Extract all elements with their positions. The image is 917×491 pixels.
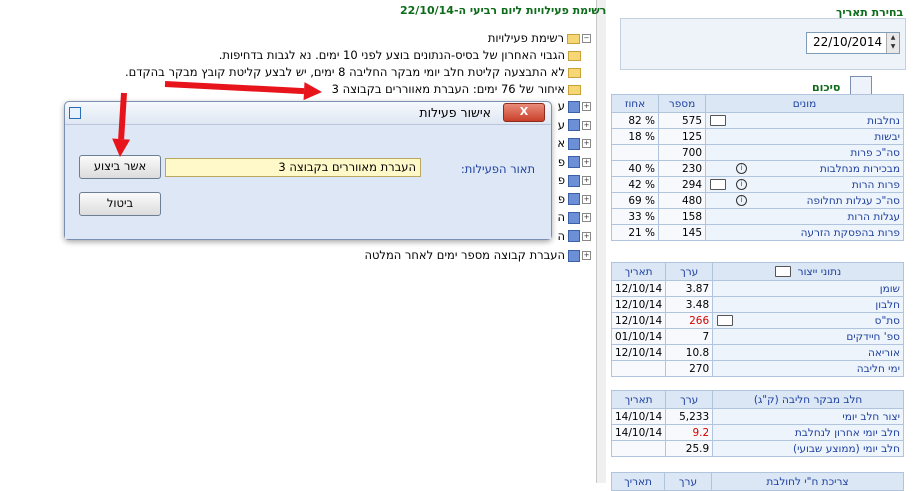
arrow-to-confirm-button-shaft — [118, 92, 127, 140]
arrow-to-tree-item-head — [303, 82, 322, 101]
annotation-arrows — [112, 81, 322, 157]
arrow-to-confirm-button-head — [112, 138, 131, 157]
arrow-to-tree-item-shaft — [164, 81, 305, 95]
